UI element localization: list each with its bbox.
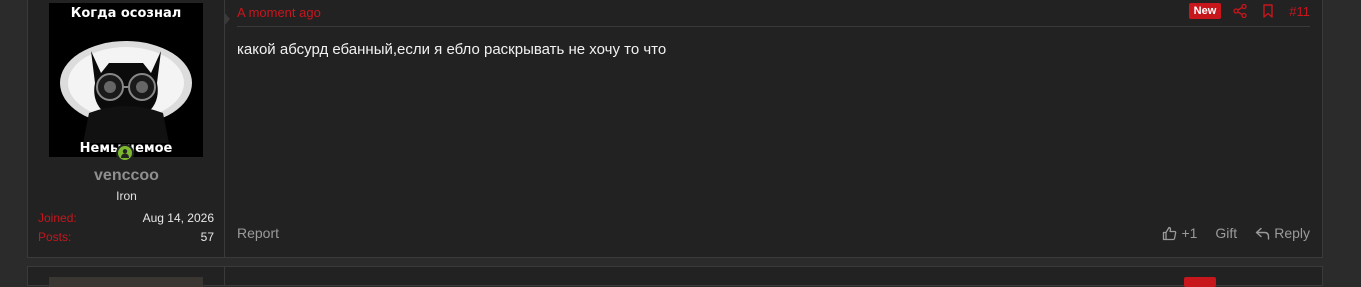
posts-stat: Posts: 57 — [38, 230, 214, 244]
post-header-actions: New #11 — [1188, 3, 1310, 19]
joined-value: Aug 14, 2026 — [142, 211, 214, 225]
post-number[interactable]: #11 — [1289, 4, 1310, 19]
post-content: какой абсурд ебанный,если я ебло раскрыв… — [237, 41, 667, 58]
thumbs-up-icon — [1163, 226, 1177, 240]
user-rank: Iron — [116, 189, 137, 203]
post-header: A moment ago New #11 — [237, 0, 1310, 27]
next-post-new-badge — [1184, 277, 1216, 287]
next-post — [27, 266, 1323, 287]
joined-label: Joined: — [38, 211, 77, 225]
bookmark-icon[interactable] — [1261, 4, 1275, 18]
user-cell: Когда осознал Немы чемое venccoo Iron Jo… — [28, 0, 225, 257]
reply-button[interactable]: Reply — [1255, 225, 1310, 241]
like-count: +1 — [1181, 225, 1198, 241]
new-badge: New — [1188, 3, 1222, 19]
reply-label: Reply — [1274, 225, 1310, 241]
next-post-user-cell — [28, 267, 225, 287]
reply-icon — [1256, 227, 1270, 240]
post: Когда осознал Немы чемое venccoo Iron Jo… — [27, 0, 1323, 258]
avatar-caption-top: Когда осознал — [70, 6, 182, 21]
post-actions: +1 Gift Reply — [1144, 225, 1310, 241]
posts-label: Posts: — [38, 230, 72, 244]
cat-image — [49, 3, 203, 157]
gift-button[interactable]: Gift — [1215, 225, 1237, 241]
like-button[interactable]: +1 — [1162, 225, 1197, 241]
post-time[interactable]: A moment ago — [237, 5, 321, 20]
next-post-avatar[interactable] — [49, 277, 203, 287]
posts-value: 57 — [200, 230, 214, 244]
username[interactable]: venccoo — [28, 167, 225, 185]
joined-stat: Joined: Aug 14, 2026 — [38, 211, 214, 225]
avatar[interactable]: Когда осознал Немы чемое — [49, 3, 203, 157]
share-icon[interactable] — [1233, 3, 1247, 19]
post-main: A moment ago New #11 какой абсурд ебанны… — [224, 0, 1322, 257]
user-online-icon — [116, 144, 134, 162]
gift-label: Gift — [1215, 225, 1238, 241]
report-link[interactable]: Report — [237, 225, 279, 241]
